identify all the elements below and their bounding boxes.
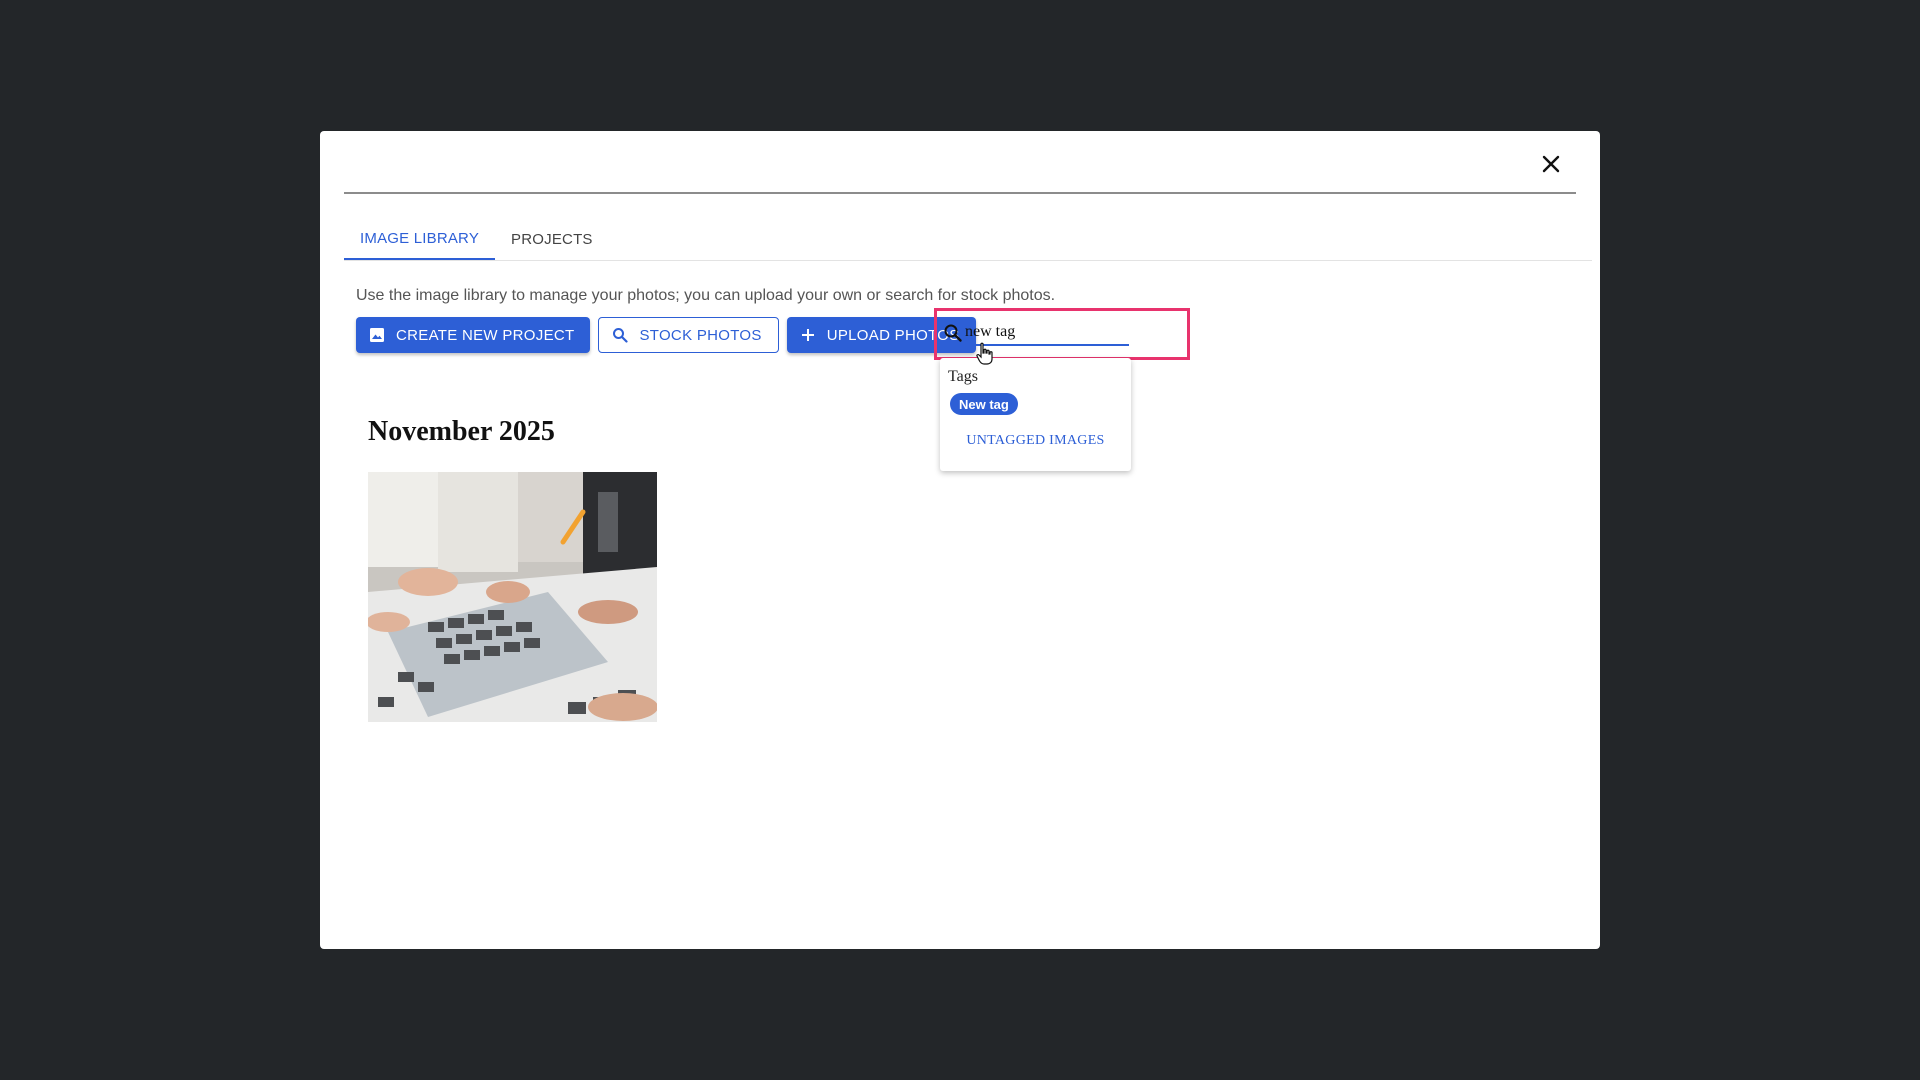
tag-search-highlight: [934, 308, 1190, 360]
photo-thumbnail[interactable]: [368, 472, 657, 722]
stock-photos-label: STOCK PHOTOS: [639, 326, 762, 344]
plus-icon: [799, 326, 817, 344]
search-icon: [944, 324, 962, 342]
tag-suggestions-dropdown: Tags New tag UNTAGGED IMAGES: [940, 358, 1131, 471]
tab-image-library[interactable]: IMAGE LIBRARY: [344, 218, 496, 260]
tag-chip-new-tag[interactable]: New tag: [950, 393, 1018, 415]
untagged-images-link[interactable]: UNTAGGED IMAGES: [940, 433, 1131, 449]
intro-text: Use the image library to manage your pho…: [356, 287, 1056, 304]
tag-search-input[interactable]: [965, 320, 1129, 346]
create-new-project-label: CREATE NEW PROJECT: [396, 326, 575, 344]
stock-photos-button[interactable]: STOCK PHOTOS: [598, 317, 779, 353]
toolbar: CREATE NEW PROJECT STOCK PHOTOS UPLOAD P…: [356, 317, 984, 353]
tab-bar: IMAGE LIBRARY PROJECTS: [344, 218, 1592, 261]
tab-projects[interactable]: PROJECTS: [495, 218, 609, 260]
close-icon: [1542, 155, 1560, 173]
image-library-dialog: IMAGE LIBRARY PROJECTS Use the image lib…: [320, 131, 1600, 949]
dropdown-title: Tags: [948, 368, 978, 385]
image-icon: [368, 326, 386, 344]
header-divider: [344, 192, 1576, 194]
section-title: November 2025: [368, 416, 555, 447]
close-button[interactable]: [1535, 148, 1567, 180]
photo-image: [368, 472, 657, 722]
search-icon: [611, 326, 629, 344]
create-new-project-button[interactable]: CREATE NEW PROJECT: [356, 317, 591, 353]
